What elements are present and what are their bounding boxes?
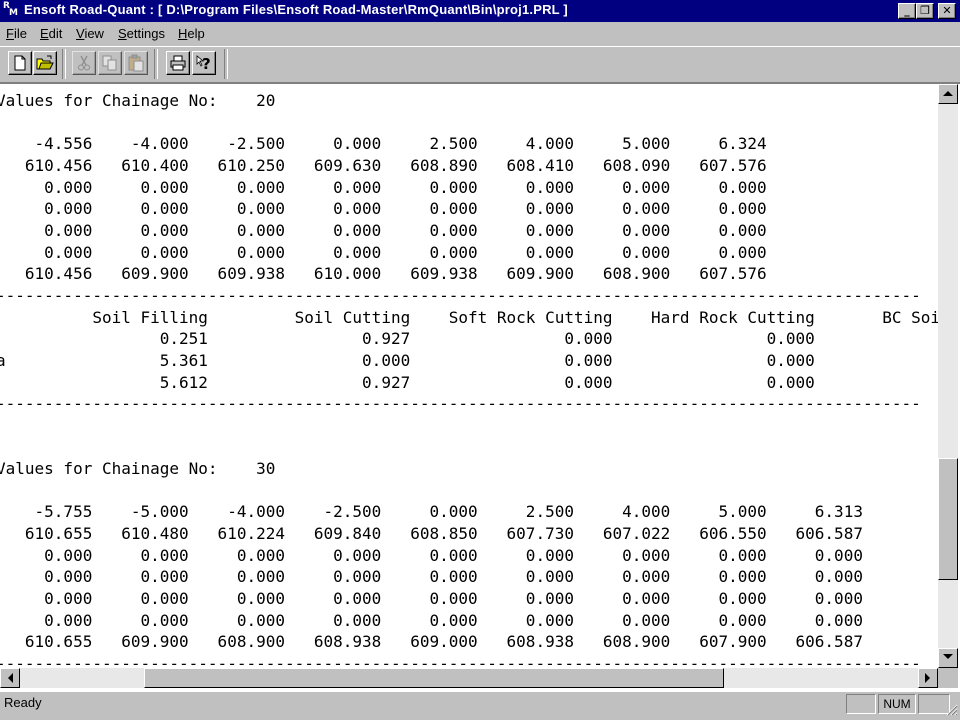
report-text: Values for Chainage No: 20 -4.556 -4.000… [0,91,938,668]
help-button[interactable]: ? [192,51,216,75]
minimize-button[interactable]: _ [898,3,916,19]
menu-edit[interactable]: Edit [40,26,62,41]
close-button[interactable]: ✕ [938,3,956,19]
scroll-up-button[interactable] [938,84,958,104]
cut-button[interactable] [72,51,96,75]
status-bar: Ready NUM [0,692,960,720]
document-view: Values for Chainage No: 20 -4.556 -4.000… [0,82,960,694]
copy-icon [102,55,117,71]
status-text: Ready [4,695,42,710]
arrow-right-icon [925,673,930,683]
horizontal-scrollbar[interactable] [0,668,938,688]
arrow-up-icon [943,91,953,96]
menu-view[interactable]: View [76,26,104,41]
menu-bar: File Edit View Settings Help [0,22,960,44]
toolbar-separator [62,49,66,79]
paste-button[interactable] [124,51,148,75]
toolbar: ? [0,46,960,81]
menu-settings[interactable]: Settings [118,26,165,41]
open-folder-icon [36,55,54,70]
scrollbar-corner [938,668,958,688]
help-icon: ? [196,55,211,72]
status-pane-caps [846,694,876,714]
svg-text:?: ? [202,55,211,72]
cut-icon [78,55,90,71]
toolbar-separator [154,49,158,79]
arrow-left-icon [8,673,13,683]
new-file-icon [14,55,26,71]
new-file-button[interactable] [8,51,32,75]
toolbar-separator [224,49,228,79]
scroll-down-button[interactable] [938,648,958,668]
report-area[interactable]: Values for Chainage No: 20 -4.556 -4.000… [0,84,938,668]
window-title: Ensoft Road-Quant : [ D:\Program Files\E… [24,2,568,17]
open-file-button[interactable] [33,51,57,75]
maximize-button[interactable]: ❐ [916,3,934,19]
vertical-scroll-thumb[interactable] [938,458,958,580]
title-bar[interactable]: R M Ensoft Road-Quant : [ D:\Program Fil… [0,0,960,22]
horizontal-scroll-thumb[interactable] [144,668,724,688]
arrow-down-icon [943,654,953,659]
app-icon-letter-m: M [9,8,18,18]
menu-file[interactable]: File [6,26,27,41]
print-button[interactable] [166,51,190,75]
resize-grip-icon[interactable] [944,702,958,716]
copy-button[interactable] [98,51,122,75]
scroll-left-button[interactable] [0,668,20,688]
scroll-right-button[interactable] [918,668,938,688]
status-pane-num: NUM [878,694,916,714]
vertical-scrollbar[interactable] [938,84,958,668]
app-icon[interactable]: R M [2,2,20,20]
menu-help[interactable]: Help [178,26,205,41]
print-icon [170,55,186,71]
paste-icon [128,54,144,72]
